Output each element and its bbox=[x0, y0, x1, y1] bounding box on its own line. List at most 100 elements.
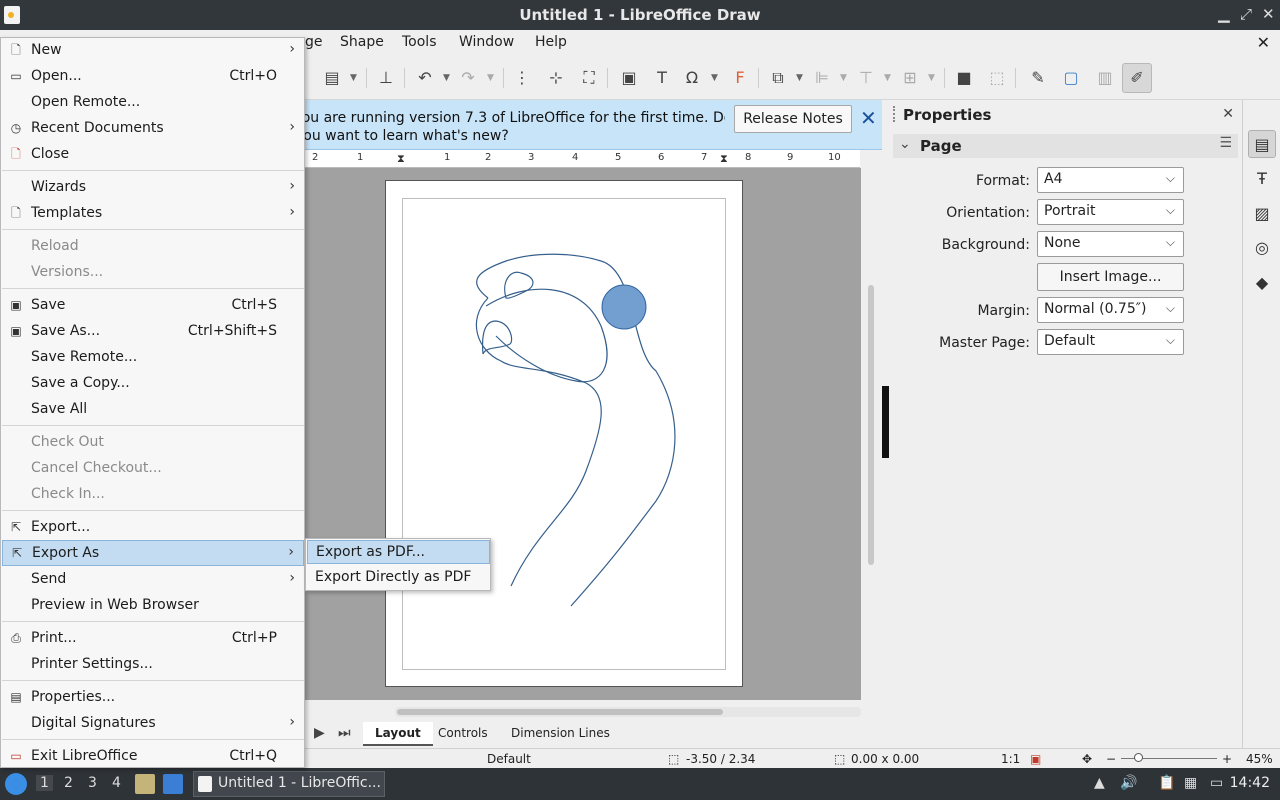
tray-upload-icon[interactable]: ▲ bbox=[1094, 775, 1105, 791]
infobar-close-icon[interactable]: ✕ bbox=[860, 106, 877, 130]
release-notes-button[interactable]: Release Notes bbox=[734, 105, 852, 133]
tab-dimension-lines[interactable]: Dimension Lines bbox=[499, 722, 622, 746]
next-tab-icon[interactable]: ▶ bbox=[314, 725, 325, 741]
menu-tools[interactable]: Tools bbox=[402, 34, 437, 50]
menu-item-save-a-copy[interactable]: Save a Copy... bbox=[2, 371, 304, 397]
points-icon[interactable]: ✎ bbox=[1028, 68, 1048, 88]
menu-page-partial[interactable]: ge bbox=[305, 34, 323, 50]
chevron-down-icon[interactable]: ⌄ bbox=[899, 136, 911, 152]
menu-item-export-as[interactable]: ⇱ Export As › bbox=[2, 540, 304, 566]
shapes-deck-icon[interactable]: ◆ bbox=[1248, 269, 1276, 297]
insert-image-button[interactable]: Insert Image... bbox=[1037, 263, 1184, 291]
taskbar-window-libreoffice[interactable]: Untitled 1 - LibreOffic... bbox=[193, 771, 385, 797]
drawing-canvas[interactable] bbox=[305, 168, 861, 700]
menu-shape[interactable]: Shape bbox=[340, 34, 384, 50]
format-select[interactable]: A4 ⌵ bbox=[1037, 167, 1184, 193]
paste-dropdown-icon[interactable]: ▼ bbox=[350, 68, 357, 88]
menu-item-new[interactable]: 🗋 New › bbox=[2, 38, 304, 64]
menu-item-open[interactable]: ▭ Open... Ctrl+O bbox=[2, 64, 304, 90]
show-draw-functions-icon[interactable]: ✐ bbox=[1122, 63, 1152, 93]
menu-item-export-directly-pdf[interactable]: Export Directly as PDF bbox=[307, 566, 490, 590]
menu-item-save[interactable]: ▣ Save Ctrl+S bbox=[2, 293, 304, 319]
zoom-page-icon[interactable]: ⛶ bbox=[579, 68, 599, 88]
margin-select[interactable]: Normal (0.75″) ⌵ bbox=[1037, 297, 1184, 323]
properties-deck-icon[interactable]: ▤ bbox=[1248, 130, 1276, 158]
transformations-icon[interactable]: ⧉ bbox=[768, 68, 788, 88]
gluepoints-icon[interactable]: ▢ bbox=[1061, 68, 1081, 88]
crop-icon[interactable]: ⬚ bbox=[987, 68, 1007, 88]
zoom-slider-handle[interactable] bbox=[1134, 753, 1143, 762]
paste-icon[interactable]: ▤ bbox=[322, 68, 342, 88]
redo-icon[interactable]: ↷ bbox=[458, 68, 478, 88]
menu-item-export[interactable]: ⇱ Export... bbox=[2, 515, 304, 541]
display-icon[interactable]: ▭ bbox=[1210, 775, 1223, 791]
distribute-icon[interactable]: ⊞ bbox=[900, 68, 920, 88]
drawing-shapes[interactable] bbox=[386, 181, 744, 688]
insert-image-icon[interactable]: ▣ bbox=[619, 68, 639, 88]
page-section-header[interactable]: ⌄ Page ☰ bbox=[893, 134, 1238, 158]
menu-item-open-remote[interactable]: Open Remote... bbox=[2, 90, 304, 116]
volume-icon[interactable]: 🔊 bbox=[1120, 775, 1137, 791]
horizontal-scrollbar[interactable] bbox=[395, 707, 861, 717]
fit-slide-icon[interactable]: ✥ bbox=[1082, 752, 1092, 766]
workspace-2[interactable]: 2 bbox=[64, 775, 73, 791]
start-menu-icon[interactable] bbox=[5, 773, 27, 795]
menu-item-templates[interactable]: 🗋 Templates › bbox=[2, 201, 304, 227]
close-document-icon[interactable]: ✕ bbox=[1257, 33, 1270, 52]
fontwork-icon[interactable]: F bbox=[730, 68, 750, 88]
tab-controls[interactable]: Controls bbox=[426, 722, 500, 746]
align-dropdown-icon[interactable]: ▼ bbox=[840, 68, 847, 88]
zoom-out-icon[interactable]: − bbox=[1106, 752, 1116, 766]
left-indent-marker-icon[interactable]: ⧗ bbox=[397, 152, 405, 166]
properties-close-icon[interactable]: ✕ bbox=[1222, 106, 1234, 122]
menu-item-save-remote[interactable]: Save Remote... bbox=[2, 345, 304, 371]
file-manager-icon[interactable] bbox=[135, 774, 155, 794]
close-window-button[interactable]: ✕ bbox=[1262, 5, 1275, 23]
arrange-icon[interactable]: ⊤ bbox=[856, 68, 876, 88]
navigator-deck-icon[interactable]: ◎ bbox=[1248, 234, 1276, 262]
background-select[interactable]: None ⌵ bbox=[1037, 231, 1184, 257]
menu-item-send[interactable]: Send › bbox=[2, 567, 304, 593]
menu-item-wizards[interactable]: Wizards › bbox=[2, 175, 304, 201]
desktop-icon[interactable] bbox=[163, 774, 183, 794]
clone-formatting-icon[interactable]: ⊥ bbox=[376, 68, 396, 88]
menu-window[interactable]: Window bbox=[459, 34, 514, 50]
menu-item-recent-documents[interactable]: ◷ Recent Documents › bbox=[2, 116, 304, 142]
special-character-icon[interactable]: Ω bbox=[682, 68, 702, 88]
zoom-in-icon[interactable]: + bbox=[1222, 752, 1232, 766]
menu-item-close[interactable]: 🗋 Close bbox=[2, 142, 304, 168]
menu-item-export-as-pdf[interactable]: Export as PDF... bbox=[307, 540, 490, 564]
gallery-deck-icon[interactable]: ▨ bbox=[1248, 200, 1276, 228]
styles-deck-icon[interactable]: Ŧ bbox=[1248, 165, 1276, 193]
menu-item-digital-signatures[interactable]: Digital Signatures › bbox=[2, 711, 304, 737]
scale-factor[interactable]: 1:1 bbox=[1001, 752, 1020, 766]
workspace-3[interactable]: 3 bbox=[88, 775, 97, 791]
align-objects-icon[interactable]: ⊫ bbox=[812, 68, 832, 88]
arrange-dropdown-icon[interactable]: ▼ bbox=[884, 68, 891, 88]
minimize-button[interactable]: ▁ bbox=[1218, 5, 1230, 23]
helplines-icon[interactable]: ⊹ bbox=[546, 68, 566, 88]
horizontal-ruler[interactable]: 2 1 ⧗ 1 2 3 4 5 6 7 ⧗ 8 9 10 bbox=[305, 150, 860, 168]
zoom-level[interactable]: 45% bbox=[1246, 752, 1273, 766]
undo-icon[interactable]: ↶ bbox=[415, 68, 435, 88]
redo-dropdown-icon[interactable]: ▼ bbox=[487, 68, 494, 88]
distribute-dropdown-icon[interactable]: ▼ bbox=[928, 68, 935, 88]
orientation-select[interactable]: Portrait ⌵ bbox=[1037, 199, 1184, 225]
grid-icon[interactable]: ⋮ bbox=[512, 68, 532, 88]
menu-help[interactable]: Help bbox=[535, 34, 567, 50]
network-icon[interactable]: ▦ bbox=[1184, 775, 1197, 791]
undo-dropdown-icon[interactable]: ▼ bbox=[443, 68, 450, 88]
special-character-dropdown-icon[interactable]: ▼ bbox=[711, 68, 718, 88]
transformations-dropdown-icon[interactable]: ▼ bbox=[796, 68, 803, 88]
menu-item-save-all[interactable]: Save All bbox=[2, 397, 304, 423]
drawing-page[interactable] bbox=[385, 180, 743, 687]
last-tab-icon[interactable]: ⏭ bbox=[338, 725, 351, 741]
master-page-select[interactable]: Default ⌵ bbox=[1037, 329, 1184, 355]
menu-item-print[interactable]: ⎙ Print... Ctrl+P bbox=[2, 626, 304, 652]
sidebar-collapse-handle[interactable] bbox=[882, 386, 889, 458]
document-modified-icon[interactable]: ▣ bbox=[1030, 752, 1041, 766]
vertical-scrollbar[interactable] bbox=[866, 155, 876, 695]
menu-item-properties[interactable]: ▤ Properties... bbox=[2, 685, 304, 711]
workspace-4[interactable]: 4 bbox=[112, 775, 121, 791]
shadow-icon[interactable]: ■ bbox=[954, 68, 974, 88]
